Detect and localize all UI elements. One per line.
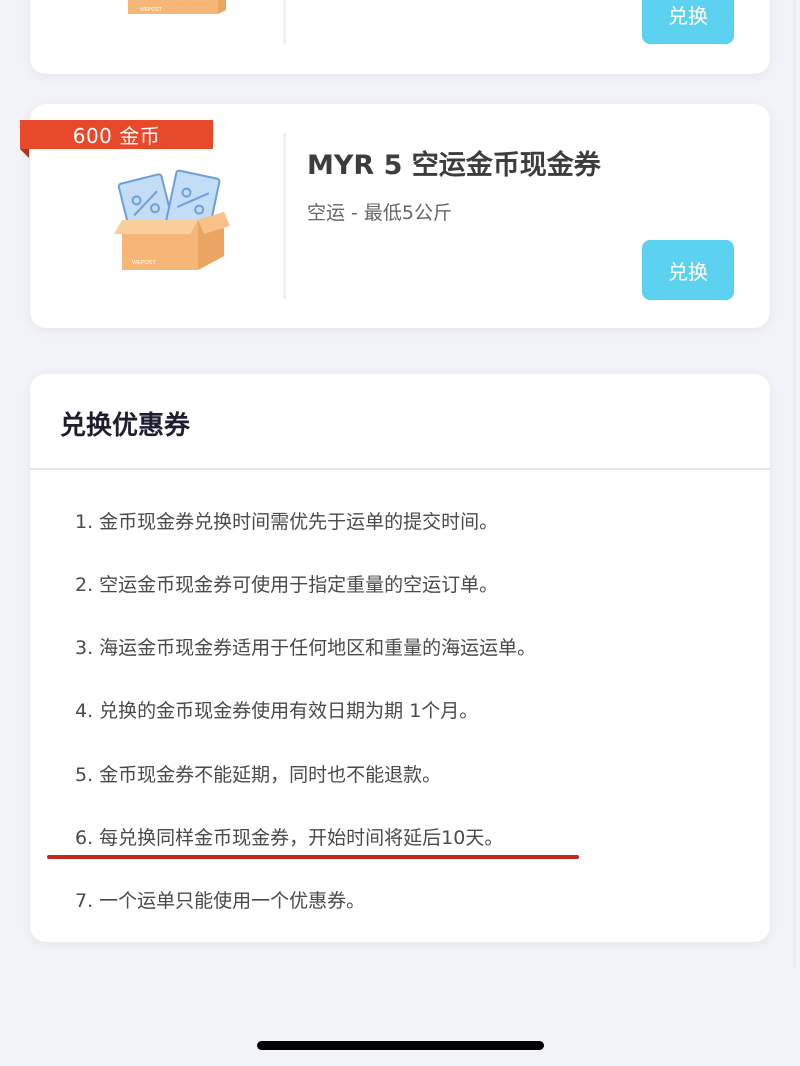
rule-item-2: 2. 空运金币现金券可使用于指定重量的空运订单。 bbox=[75, 574, 499, 596]
coupon-title: MYR 5 空运金币现金券 bbox=[307, 150, 601, 181]
coin-price-badge: 600 金币 bbox=[20, 120, 213, 149]
coupon-box-illustration: WEPOST bbox=[114, 169, 230, 270]
rule-item-7: 7. 一个运单只能使用一个优惠券。 bbox=[75, 890, 366, 912]
coupon-subtitle: 空运 - 最低5公斤 bbox=[307, 202, 453, 224]
coupon-box-illustration-partial: WEPOST bbox=[128, 0, 226, 14]
rule-item-3: 3. 海运金币现金券适用于任何地区和重量的海运运单。 bbox=[75, 637, 537, 659]
box-logo-text: WEPOST bbox=[140, 7, 162, 13]
scrollbar[interactable] bbox=[793, 0, 796, 968]
rule-item-6: 6. 每兑换同样金币现金券，开始时间将延后10天。 bbox=[75, 827, 504, 849]
rule-item-4: 4. 兑换的金币现金券使用有效日期为期 1个月。 bbox=[75, 700, 479, 722]
redeem-button[interactable]: 兑换 bbox=[642, 240, 734, 300]
box-logo-text: WEPOST bbox=[132, 260, 156, 266]
rule-item-5: 5. 金币现金券不能延期，同时也不能退款。 bbox=[75, 764, 442, 786]
home-indicator[interactable] bbox=[257, 1041, 544, 1050]
highlight-underline bbox=[47, 855, 579, 859]
card-divider bbox=[283, 133, 286, 299]
badge-fold bbox=[20, 149, 29, 158]
rules-divider bbox=[30, 468, 770, 470]
rules-title: 兑换优惠券 bbox=[60, 411, 191, 441]
rule-item-1: 1. 金币现金券兑换时间需优先于运单的提交时间。 bbox=[75, 511, 499, 533]
redeem-button-previous[interactable]: 兑换 bbox=[642, 0, 734, 44]
card-divider bbox=[283, 0, 286, 44]
